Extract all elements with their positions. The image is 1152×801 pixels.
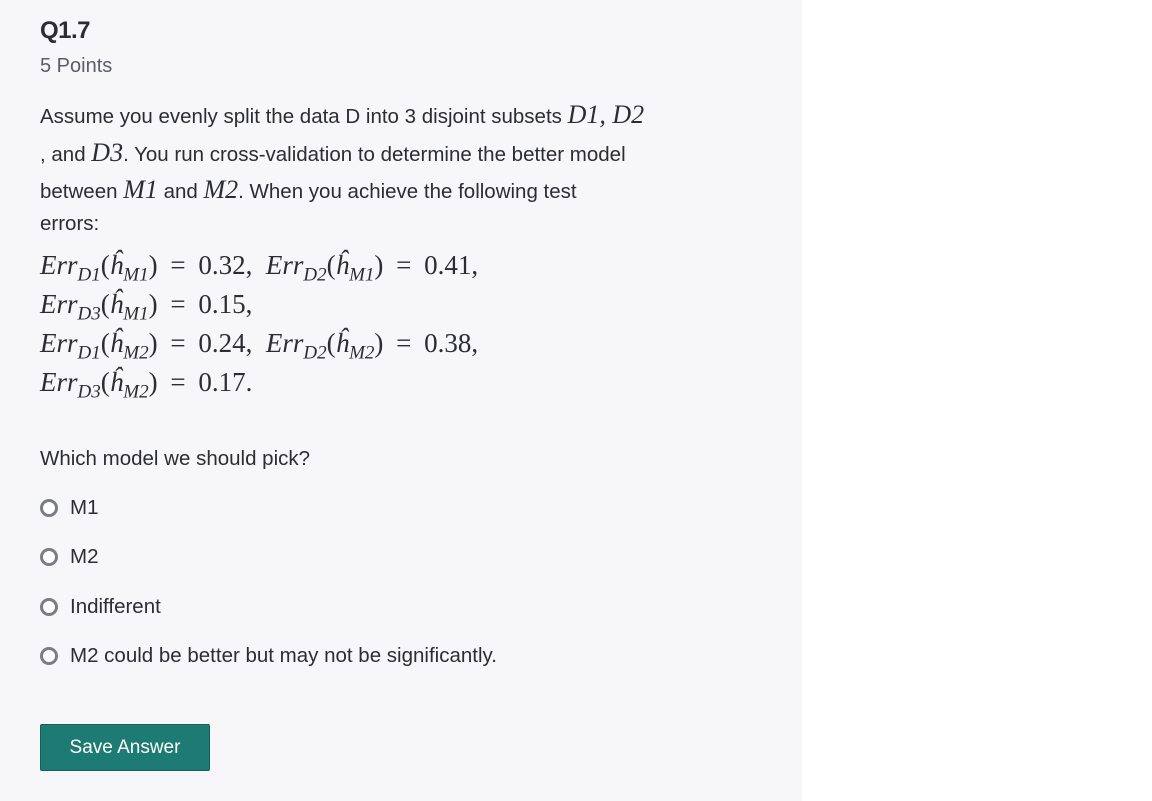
- prompt-text: between: [40, 180, 124, 203]
- math-m2: M2: [203, 175, 239, 204]
- radio-icon[interactable]: [40, 499, 58, 517]
- prompt-text: Assume you evenly split the data D into …: [40, 105, 568, 128]
- prompt-text: , and: [40, 143, 92, 166]
- save-answer-button[interactable]: Save Answer: [40, 724, 210, 771]
- prompt-text: and: [157, 180, 204, 203]
- option-m1[interactable]: M1: [40, 493, 98, 523]
- option-label: M1: [70, 496, 99, 519]
- radio-icon[interactable]: [40, 598, 58, 616]
- equation-line-2: ErrD3(ĥM1) = 0.15,: [40, 289, 253, 325]
- equation-line-1: ErrD1(ĥM1) = 0.32, ErrD2(ĥM1) = 0.41,: [40, 250, 479, 286]
- math-d3: D3: [91, 138, 124, 167]
- math-subsets: D1, D2: [567, 100, 645, 129]
- option-indifferent[interactable]: Indifferent: [40, 592, 161, 622]
- radio-icon[interactable]: [40, 548, 58, 566]
- prompt-text: . When you achieve the following test: [238, 180, 577, 203]
- equation-line-4: ErrD3(ĥM2) = 0.17.: [40, 367, 253, 403]
- option-label: M2: [70, 545, 99, 568]
- option-m2[interactable]: M2: [40, 542, 98, 572]
- question-points: 5 Points: [40, 55, 113, 77]
- option-label: Indifferent: [70, 595, 161, 618]
- question-panel: Q1.7 5 Points Assume you evenly split th…: [0, 0, 802, 801]
- prompt-text: . You run cross-validation to determine …: [123, 143, 626, 166]
- math-m1: M1: [123, 175, 158, 204]
- question-ask: Which model we should pick?: [40, 447, 311, 470]
- prompt-line-2: , and D3. You run cross-validation to de…: [40, 138, 626, 168]
- prompt-line-1: Assume you evenly split the data D into …: [40, 100, 644, 130]
- option-label: M2 could be better but may not be signif…: [70, 644, 497, 667]
- prompt-line-3: between M1 and M2. When you achieve the …: [40, 175, 577, 205]
- option-m2-not-significant[interactable]: M2 could be better but may not be signif…: [40, 641, 497, 671]
- prompt-line-4: errors:: [40, 212, 99, 236]
- question-title: Q1.7: [40, 17, 91, 44]
- equation-line-3: ErrD1(ĥM2) = 0.24, ErrD2(ĥM2) = 0.38,: [40, 328, 479, 364]
- prompt-text: errors:: [40, 212, 100, 235]
- radio-icon[interactable]: [40, 647, 58, 665]
